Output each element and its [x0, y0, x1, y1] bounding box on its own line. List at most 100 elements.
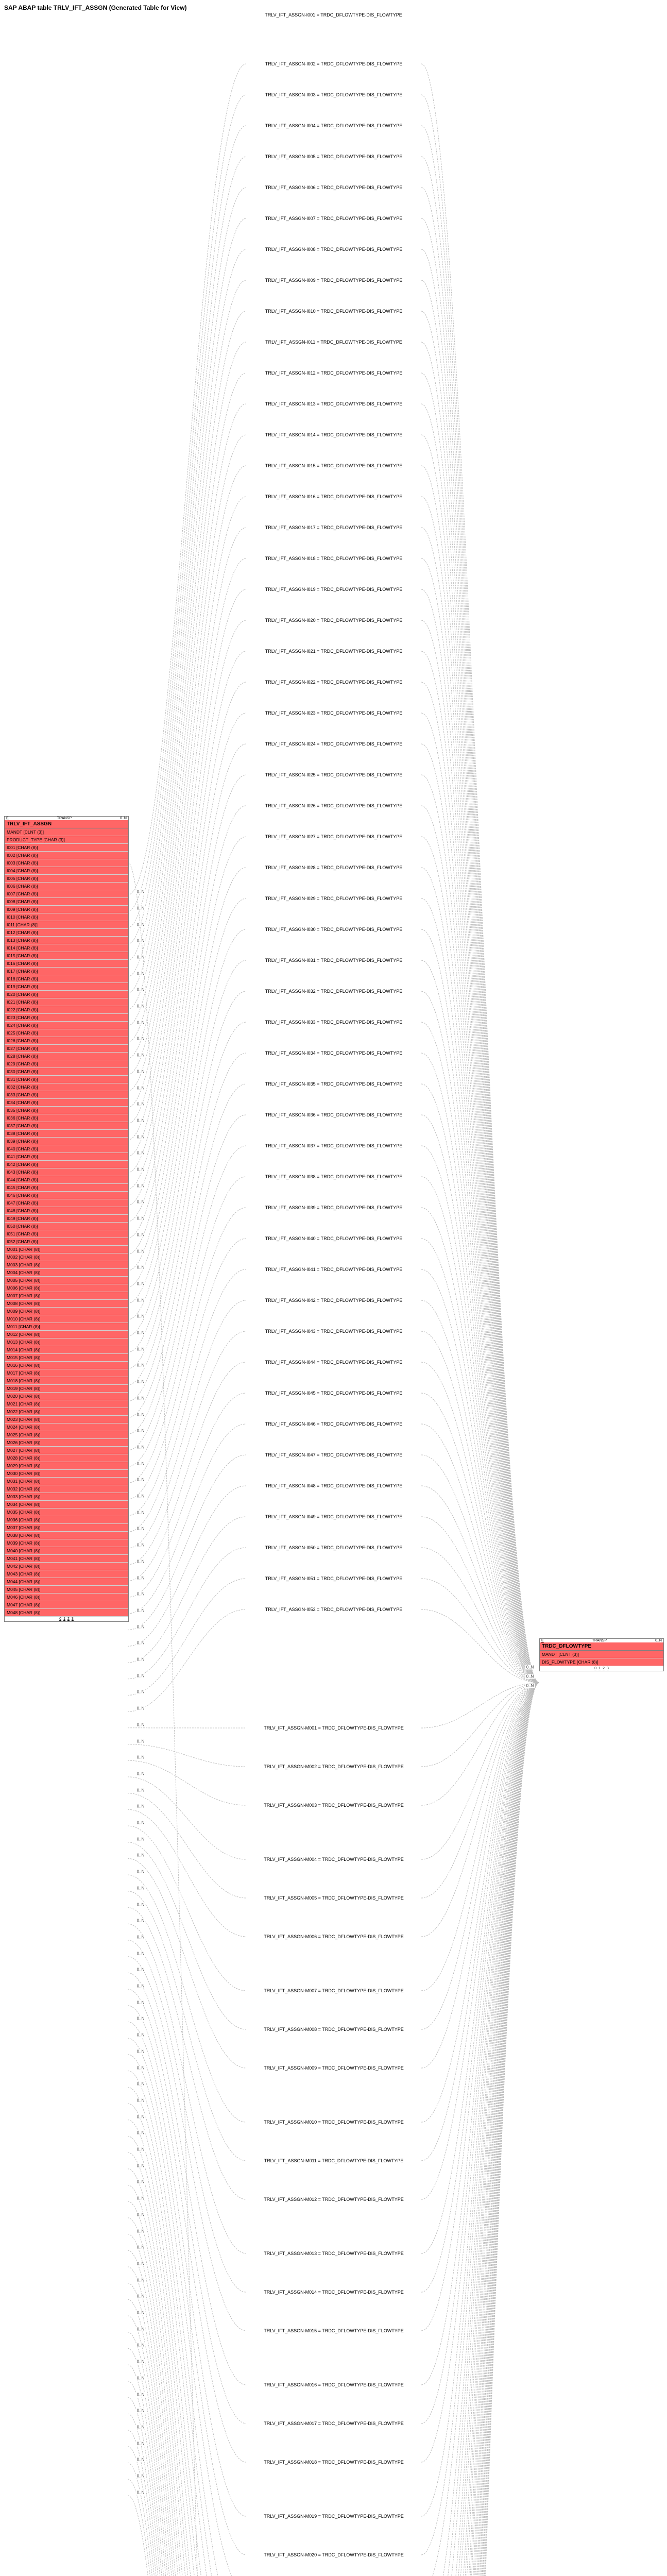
cardinality-tag: 0..N: [136, 1673, 146, 1678]
src-field-10: I009 [CHAR (8)]: [5, 906, 128, 913]
src-field-80: M027 [CHAR (8)]: [5, 1447, 128, 1454]
cardinality-tag: 0..N: [136, 1151, 146, 1156]
src-field-87: M034 [CHAR (8)]: [5, 1501, 128, 1509]
top-link[interactable]: E: [541, 1639, 544, 1642]
cardinality-tag: 0..N: [136, 1200, 146, 1205]
edge-label: TRLV_IFT_ASSGN-I027 = TRDC_DFLOWTYPE-DIS…: [263, 834, 404, 840]
dst1-title[interactable]: TRDC_DFLOWTYPE: [540, 1642, 663, 1651]
src-field-27: I026 [CHAR (8)]: [5, 1037, 128, 1045]
cardinality-tag: 0..N: [136, 2033, 146, 2038]
edge-label: TRLV_IFT_ASSGN-M007 = TRDC_DFLOWTYPE-DIS…: [262, 1988, 405, 1994]
edge-label: TRLV_IFT_ASSGN-I002 = TRDC_DFLOWTYPE-DIS…: [263, 61, 404, 67]
edge-label: TRLV_IFT_ASSGN-I017 = TRDC_DFLOWTYPE-DIS…: [263, 524, 404, 531]
edge-label: TRLV_IFT_ASSGN-M013 = TRDC_DFLOWTYPE-DIS…: [262, 2250, 405, 2257]
src-field-84: M031 [CHAR (8)]: [5, 1478, 128, 1485]
cardinality-tag: 0..N: [136, 1641, 146, 1646]
src-field-56: M003 [CHAR (8)]: [5, 1261, 128, 1269]
src-field-50: I049 [CHAR (8)]: [5, 1215, 128, 1223]
edge-label: TRLV_IFT_ASSGN-I018 = TRDC_DFLOWTYPE-DIS…: [263, 555, 404, 562]
src-field-64: M011 [CHAR (8)]: [5, 1323, 128, 1331]
edge-label: TRLV_IFT_ASSGN-I008 = TRDC_DFLOWTYPE-DIS…: [263, 246, 404, 252]
cardinality-tag: 0..N: [136, 2131, 146, 2136]
cardinality-tag: 0..N: [136, 1445, 146, 1449]
src-field-13: I012 [CHAR (8)]: [5, 929, 128, 937]
edge-label: TRLV_IFT_ASSGN-I043 = TRDC_DFLOWTYPE-DIS…: [263, 1328, 404, 1334]
edge-label: TRLV_IFT_ASSGN-M016 = TRDC_DFLOWTYPE-DIS…: [262, 2382, 405, 2388]
source-table-box: ETRANSP0..NTRLV_IFT_ASSGNMANDT [CLNT (3)…: [4, 816, 129, 1622]
src-field-34: I033 [CHAR (8)]: [5, 1091, 128, 1099]
src-field-100: M047 [CHAR (8)]: [5, 1601, 128, 1609]
src-field-89: M036 [CHAR (8)]: [5, 1516, 128, 1524]
src-field-36: I035 [CHAR (8)]: [5, 1107, 128, 1114]
edge-label: TRLV_IFT_ASSGN-I004 = TRDC_DFLOWTYPE-DIS…: [263, 123, 404, 129]
src-field-33: I032 [CHAR (8)]: [5, 1083, 128, 1091]
edge-label: TRLV_IFT_ASSGN-I012 = TRDC_DFLOWTYPE-DIS…: [263, 370, 404, 376]
cardinality-tag: 0..N: [136, 1886, 146, 1890]
edge-label: TRLV_IFT_ASSGN-M001 = TRDC_DFLOWTYPE-DIS…: [262, 1725, 405, 1731]
edge-label: TRLV_IFT_ASSGN-I025 = TRDC_DFLOWTYPE-DIS…: [263, 772, 404, 778]
cardinality-tag: 0..N: [525, 1684, 535, 1688]
src-field-29: I028 [CHAR (8)]: [5, 1053, 128, 1060]
cardinality-tag: 0..N: [136, 2490, 146, 2495]
cardinality-tag: 0..N: [136, 1739, 146, 1743]
src-field-53: I052 [CHAR (8)]: [5, 1238, 128, 1246]
src-field-73: M020 [CHAR (8)]: [5, 1393, 128, 1400]
cardinality-tag: 0..N: [136, 2147, 146, 2152]
cardinality-tag: 0..N: [136, 2392, 146, 2397]
src-field-15: I014 [CHAR (8)]: [5, 944, 128, 952]
src-field-72: M019 [CHAR (8)]: [5, 1385, 128, 1393]
cardinality-tag: 0..N: [136, 1984, 146, 1989]
src-field-94: M041 [CHAR (8)]: [5, 1555, 128, 1563]
src-field-99: M046 [CHAR (8)]: [5, 1594, 128, 1601]
cardinality-tag: 0..N: [136, 1134, 146, 1139]
bottom-pager[interactable]: 0123: [540, 1666, 663, 1671]
cardinality-tag: 0..N: [136, 1167, 146, 1172]
edge-label: TRLV_IFT_ASSGN-I003 = TRDC_DFLOWTYPE-DIS…: [263, 92, 404, 98]
src-field-11: I010 [CHAR (8)]: [5, 913, 128, 921]
src-field-41: I040 [CHAR (8)]: [5, 1145, 128, 1153]
edge-label: TRLV_IFT_ASSGN-M008 = TRDC_DFLOWTYPE-DIS…: [262, 2026, 405, 2032]
cardinality-tag: 0..N: [136, 1037, 146, 1041]
cardinality-tag: 0..N: [136, 906, 146, 910]
edge-label: TRLV_IFT_ASSGN-I007 = TRDC_DFLOWTYPE-DIS…: [263, 215, 404, 222]
src-field-90: M037 [CHAR (8)]: [5, 1524, 128, 1532]
top-link[interactable]: E: [6, 817, 9, 820]
cardinality-tag: 0..N: [136, 1004, 146, 1009]
src-field-40: I039 [CHAR (8)]: [5, 1138, 128, 1145]
edge-label: TRLV_IFT_ASSGN-I024 = TRDC_DFLOWTYPE-DIS…: [263, 741, 404, 747]
cardinality-tag: 0..N: [136, 1281, 146, 1286]
src-field-95: M042 [CHAR (8)]: [5, 1563, 128, 1570]
cardinality-tag: 0..N: [136, 2212, 146, 2217]
cardinality-tag: 0..N: [136, 1788, 146, 1792]
source-table-title[interactable]: TRLV_IFT_ASSGN: [5, 820, 128, 828]
src-field-43: I042 [CHAR (8)]: [5, 1161, 128, 1168]
src-field-25: I024 [CHAR (8)]: [5, 1022, 128, 1029]
cardinality-tag: 0..N: [136, 2000, 146, 2005]
src-field-1: PRODUCT_TYPE [CHAR (3)]: [5, 836, 128, 844]
cardinality-tag: 0..N: [136, 2474, 146, 2479]
cardinality-tag: 0..N: [136, 1755, 146, 1760]
cardinality-tag: 0..N: [136, 1722, 146, 1727]
src-field-79: M026 [CHAR (8)]: [5, 1439, 128, 1447]
src-field-66: M013 [CHAR (8)]: [5, 1338, 128, 1346]
cardinality-tag: 0..N: [525, 1674, 535, 1679]
cardinality-tag: 0..N: [136, 2425, 146, 2429]
cardinality-tag: 0..N: [136, 1478, 146, 1482]
cardinality-tag: 0..N: [136, 955, 146, 959]
cardinality-tag: 0..N: [136, 1804, 146, 1809]
src-field-54: M001 [CHAR (8)]: [5, 1246, 128, 1253]
src-field-17: I016 [CHAR (8)]: [5, 960, 128, 968]
edge-label: TRLV_IFT_ASSGN-I032 = TRDC_DFLOWTYPE-DIS…: [263, 988, 404, 994]
edge-label: TRLV_IFT_ASSGN-I047 = TRDC_DFLOWTYPE-DIS…: [263, 1452, 404, 1458]
edge-label: TRLV_IFT_ASSGN-I033 = TRDC_DFLOWTYPE-DIS…: [263, 1019, 404, 1025]
src-field-70: M017 [CHAR (8)]: [5, 1369, 128, 1377]
edge-label: TRLV_IFT_ASSGN-I013 = TRDC_DFLOWTYPE-DIS…: [263, 401, 404, 407]
cardinality-tag: 0..N: [136, 1624, 146, 1629]
edge-label: TRLV_IFT_ASSGN-I030 = TRDC_DFLOWTYPE-DIS…: [263, 926, 404, 933]
page-subtitle: TRLV_IFT_ASSGN-I001 = TRDC_DFLOWTYPE-DIS…: [4, 12, 663, 18]
cardinality-tag: 0..N: [136, 1331, 146, 1335]
src-field-44: I043 [CHAR (8)]: [5, 1168, 128, 1176]
bottom-pager[interactable]: 0123: [5, 1617, 128, 1621]
src-field-52: I051 [CHAR (8)]: [5, 1230, 128, 1238]
cardinality-tag: 0..N: [136, 988, 146, 992]
